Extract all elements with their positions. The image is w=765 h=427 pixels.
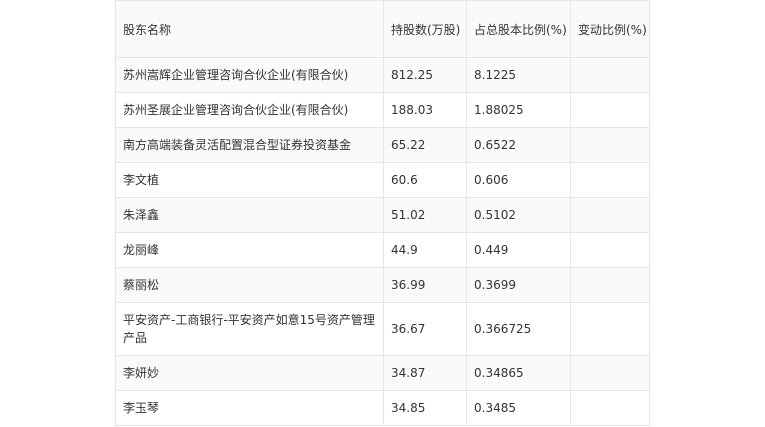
- cell-shares-held: 36.67: [383, 302, 467, 356]
- cell-shares-held: 36.99: [383, 267, 467, 303]
- cell-shareholder-name: 李文植: [115, 162, 384, 198]
- table-row: 龙丽峰 44.9 0.449: [115, 232, 650, 268]
- cell-shareholder-name: 李玉琴: [115, 390, 384, 426]
- cell-shareholder-name: 苏州嵩辉企业管理咨询合伙企业(有限合伙): [115, 57, 384, 93]
- header-share-ratio: 占总股本比例(%): [466, 0, 571, 58]
- cell-change-ratio: [570, 232, 650, 268]
- header-shareholder-name: 股东名称: [115, 0, 384, 58]
- cell-shares-held: 44.9: [383, 232, 467, 268]
- cell-change-ratio: [570, 302, 650, 356]
- cell-share-ratio: 0.6522: [466, 127, 571, 163]
- table-row: 李妍妙 34.87 0.34865: [115, 355, 650, 391]
- cell-change-ratio: [570, 162, 650, 198]
- cell-change-ratio: [570, 197, 650, 233]
- cell-shares-held: 65.22: [383, 127, 467, 163]
- cell-shares-held: 60.6: [383, 162, 467, 198]
- cell-share-ratio: 0.5102: [466, 197, 571, 233]
- cell-change-ratio: [570, 355, 650, 391]
- cell-shareholder-name: 朱泽鑫: [115, 197, 384, 233]
- cell-share-ratio: 1.88025: [466, 92, 571, 128]
- cell-shareholder-name: 平安资产-工商银行-平安资产如意15号资产管理产品: [115, 302, 384, 356]
- cell-share-ratio: 0.3485: [466, 390, 571, 426]
- table-row: 李文植 60.6 0.606: [115, 162, 650, 198]
- cell-change-ratio: [570, 390, 650, 426]
- table-row: 平安资产-工商银行-平安资产如意15号资产管理产品 36.67 0.366725: [115, 302, 650, 356]
- cell-shareholder-name: 苏州圣展企业管理咨询合伙企业(有限合伙): [115, 92, 384, 128]
- cell-share-ratio: 0.606: [466, 162, 571, 198]
- header-shares-held: 持股数(万股): [383, 0, 467, 58]
- cell-share-ratio: 0.3699: [466, 267, 571, 303]
- cell-change-ratio: [570, 127, 650, 163]
- cell-shares-held: 34.87: [383, 355, 467, 391]
- cell-shares-held: 188.03: [383, 92, 467, 128]
- table-header-row: 股东名称 持股数(万股) 占总股本比例(%) 变动比例(%): [115, 0, 650, 58]
- cell-change-ratio: [570, 267, 650, 303]
- cell-share-ratio: 0.34865: [466, 355, 571, 391]
- cell-share-ratio: 0.449: [466, 232, 571, 268]
- page: 股东名称 持股数(万股) 占总股本比例(%) 变动比例(%) 苏州嵩辉企业管理咨…: [0, 0, 765, 427]
- table-row: 李玉琴 34.85 0.3485: [115, 390, 650, 426]
- shareholders-table: 股东名称 持股数(万股) 占总股本比例(%) 变动比例(%) 苏州嵩辉企业管理咨…: [115, 0, 650, 426]
- cell-shares-held: 34.85: [383, 390, 467, 426]
- cell-shares-held: 51.02: [383, 197, 467, 233]
- table-row: 苏州嵩辉企业管理咨询合伙企业(有限合伙) 812.25 8.1225: [115, 57, 650, 93]
- cell-share-ratio: 8.1225: [466, 57, 571, 93]
- header-change-ratio: 变动比例(%): [570, 0, 650, 58]
- cell-shares-held: 812.25: [383, 57, 467, 93]
- table-row: 南方高端装备灵活配置混合型证券投资基金 65.22 0.6522: [115, 127, 650, 163]
- cell-shareholder-name: 南方高端装备灵活配置混合型证券投资基金: [115, 127, 384, 163]
- table-row: 苏州圣展企业管理咨询合伙企业(有限合伙) 188.03 1.88025: [115, 92, 650, 128]
- cell-share-ratio: 0.366725: [466, 302, 571, 356]
- cell-change-ratio: [570, 57, 650, 93]
- cell-shareholder-name: 龙丽峰: [115, 232, 384, 268]
- table-row: 蔡丽松 36.99 0.3699: [115, 267, 650, 303]
- table-row: 朱泽鑫 51.02 0.5102: [115, 197, 650, 233]
- cell-change-ratio: [570, 92, 650, 128]
- cell-shareholder-name: 李妍妙: [115, 355, 384, 391]
- cell-shareholder-name: 蔡丽松: [115, 267, 384, 303]
